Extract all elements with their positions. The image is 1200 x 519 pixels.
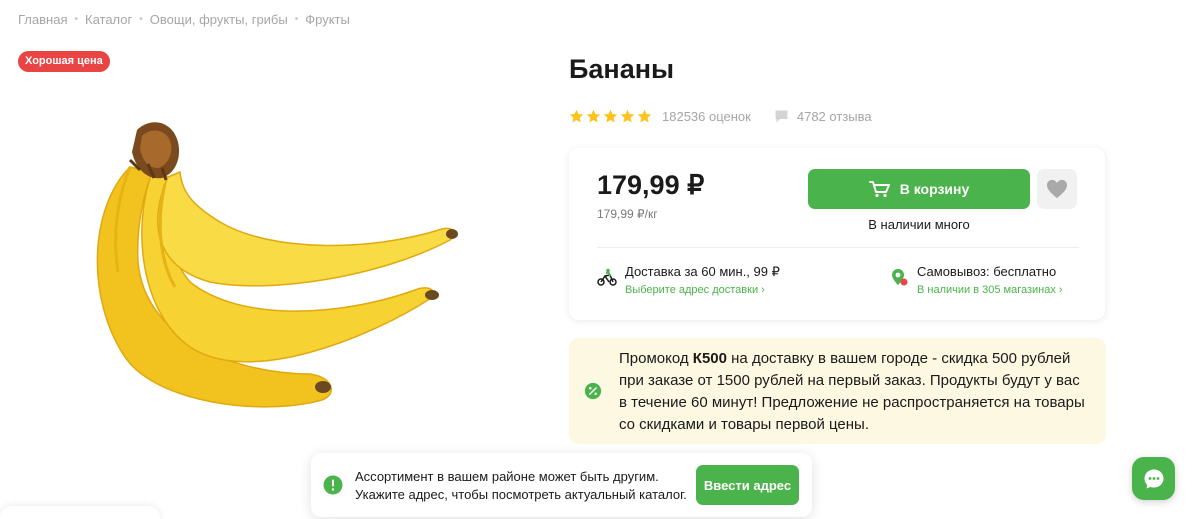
breadcrumb-home[interactable]: Главная	[18, 12, 67, 27]
add-to-cart-button[interactable]: В корзину	[808, 169, 1030, 209]
promo-prefix: Промокод	[619, 350, 693, 367]
pickup-title: Самовывоз: бесплатно	[917, 264, 1057, 279]
price-per-kg: 179,99 ₽/кг	[597, 207, 658, 221]
price-card: 179,99 ₽ 179,99 ₽/кг В корзину В наличии…	[569, 148, 1105, 320]
discount-icon	[584, 382, 602, 400]
divider	[597, 247, 1079, 248]
rating-row: 182536 оценок 4782 отзыва	[569, 108, 872, 125]
stock-status: В наличии много	[868, 217, 970, 232]
alert-icon	[323, 475, 343, 495]
reviews-count[interactable]: 4782 отзыва	[797, 109, 872, 124]
enter-address-button[interactable]: Ввести адрес	[696, 465, 799, 505]
cart-icon	[868, 181, 890, 198]
courier-bike-icon	[597, 268, 617, 286]
promo-banner: Промокод К500 на доставку в вашем городе…	[569, 338, 1106, 444]
rating-count[interactable]: 182536 оценок	[662, 109, 751, 124]
promo-text: Промокод К500 на доставку в вашем городе…	[619, 348, 1089, 436]
notice-text: Ассортимент в вашем районе может быть др…	[355, 468, 687, 504]
pickup-option: Самовывоз: бесплатно В наличии в 305 маг…	[889, 263, 1063, 297]
rating-stars[interactable]	[569, 109, 652, 124]
star-icon	[637, 109, 652, 123]
price-value: 179,99 ₽	[597, 170, 705, 200]
breadcrumb-vegetables[interactable]: Овощи, фрукты, грибы	[150, 12, 288, 27]
notice-line-1: Ассортимент в вашем районе может быть др…	[355, 469, 659, 484]
star-icon	[620, 109, 635, 123]
delivery-option: Доставка за 60 мин., 99 ₽ Выберите адрес…	[597, 263, 780, 297]
chat-button[interactable]	[1132, 457, 1175, 500]
store-pin-icon	[892, 269, 908, 286]
star-icon	[586, 109, 601, 123]
breadcrumb-separator: •	[139, 14, 143, 25]
add-to-cart-label: В корзину	[899, 181, 970, 197]
address-notice: Ассортимент в вашем районе может быть др…	[311, 453, 812, 517]
bottom-panel-edge	[0, 506, 160, 519]
delivery-title: Доставка за 60 мин., 99 ₽	[625, 264, 780, 279]
product-image-bananas[interactable]	[70, 112, 470, 417]
breadcrumb-catalog[interactable]: Каталог	[85, 12, 132, 27]
star-icon	[569, 109, 584, 123]
notice-line-2: Укажите адрес, чтобы посмотреть актуальн…	[355, 487, 687, 502]
promo-code: К500	[692, 350, 727, 367]
breadcrumb-separator: •	[74, 14, 78, 25]
choose-address-link[interactable]: Выберите адрес доставки ›	[625, 284, 780, 297]
product-title: Бананы	[569, 54, 675, 84]
breadcrumb-fruits[interactable]: Фрукты	[305, 12, 350, 27]
favorite-button[interactable]	[1037, 169, 1077, 209]
good-price-badge: Хорошая цена	[18, 51, 110, 72]
chat-icon	[1144, 469, 1163, 488]
comment-icon	[775, 110, 788, 123]
breadcrumb: Главная • Каталог • Овощи, фрукты, грибы…	[18, 12, 350, 27]
heart-icon	[1047, 179, 1067, 199]
breadcrumb-separator: •	[294, 14, 299, 25]
stores-availability-link[interactable]: В наличии в 305 магазинах ›	[917, 284, 1063, 297]
star-icon	[603, 109, 618, 123]
